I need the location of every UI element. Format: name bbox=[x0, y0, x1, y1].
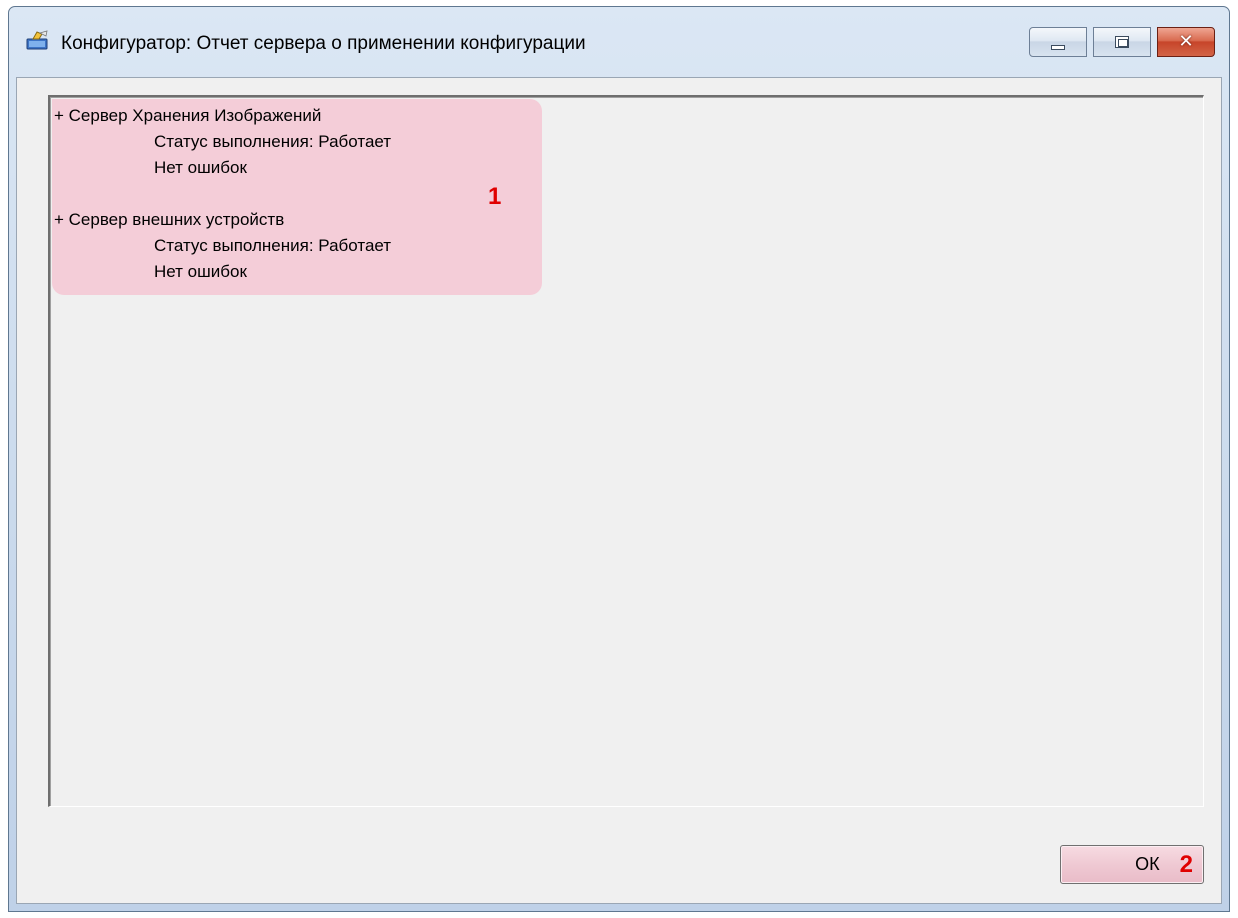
ok-button[interactable]: ОК 2 bbox=[1060, 845, 1204, 884]
title-bar[interactable]: Конфигуратор: Отчет сервера о применении… bbox=[9, 7, 1229, 77]
server-entry-status: Статус выполнения: Работает bbox=[154, 236, 392, 255]
minimize-icon bbox=[1051, 44, 1065, 50]
ok-button-label: ОК bbox=[1135, 854, 1160, 874]
server-entry-title: + Сервер Хранения Изображений bbox=[54, 106, 322, 125]
server-entry-title: + Сервер внешних устройств bbox=[54, 210, 285, 229]
close-button[interactable]: ✕ bbox=[1157, 27, 1215, 57]
caption-buttons: ✕ bbox=[1029, 27, 1215, 57]
dialog-body: + Сервер Хранения Изображений Статус вып… bbox=[16, 77, 1222, 904]
server-entry-errors: Нет ошибок bbox=[154, 158, 247, 177]
annotation-marker-2: 2 bbox=[1179, 850, 1193, 878]
close-icon: ✕ bbox=[1178, 31, 1194, 52]
minimize-button[interactable] bbox=[1029, 27, 1087, 57]
configurator-app-icon bbox=[26, 30, 48, 50]
server-entry-errors: Нет ошибок bbox=[154, 262, 247, 281]
report-lines: + Сервер Хранения Изображений Статус вып… bbox=[54, 103, 391, 285]
server-entry-status: Статус выполнения: Работает bbox=[154, 132, 392, 151]
maximize-icon bbox=[1115, 36, 1129, 48]
annotation-marker-1: 1 bbox=[488, 183, 502, 210]
report-text-area[interactable]: + Сервер Хранения Изображений Статус вып… bbox=[48, 95, 1204, 807]
window-title: Конфигуратор: Отчет сервера о применении… bbox=[61, 33, 586, 54]
maximize-button[interactable] bbox=[1093, 27, 1151, 57]
report-window: Конфигуратор: Отчет сервера о применении… bbox=[8, 6, 1230, 912]
